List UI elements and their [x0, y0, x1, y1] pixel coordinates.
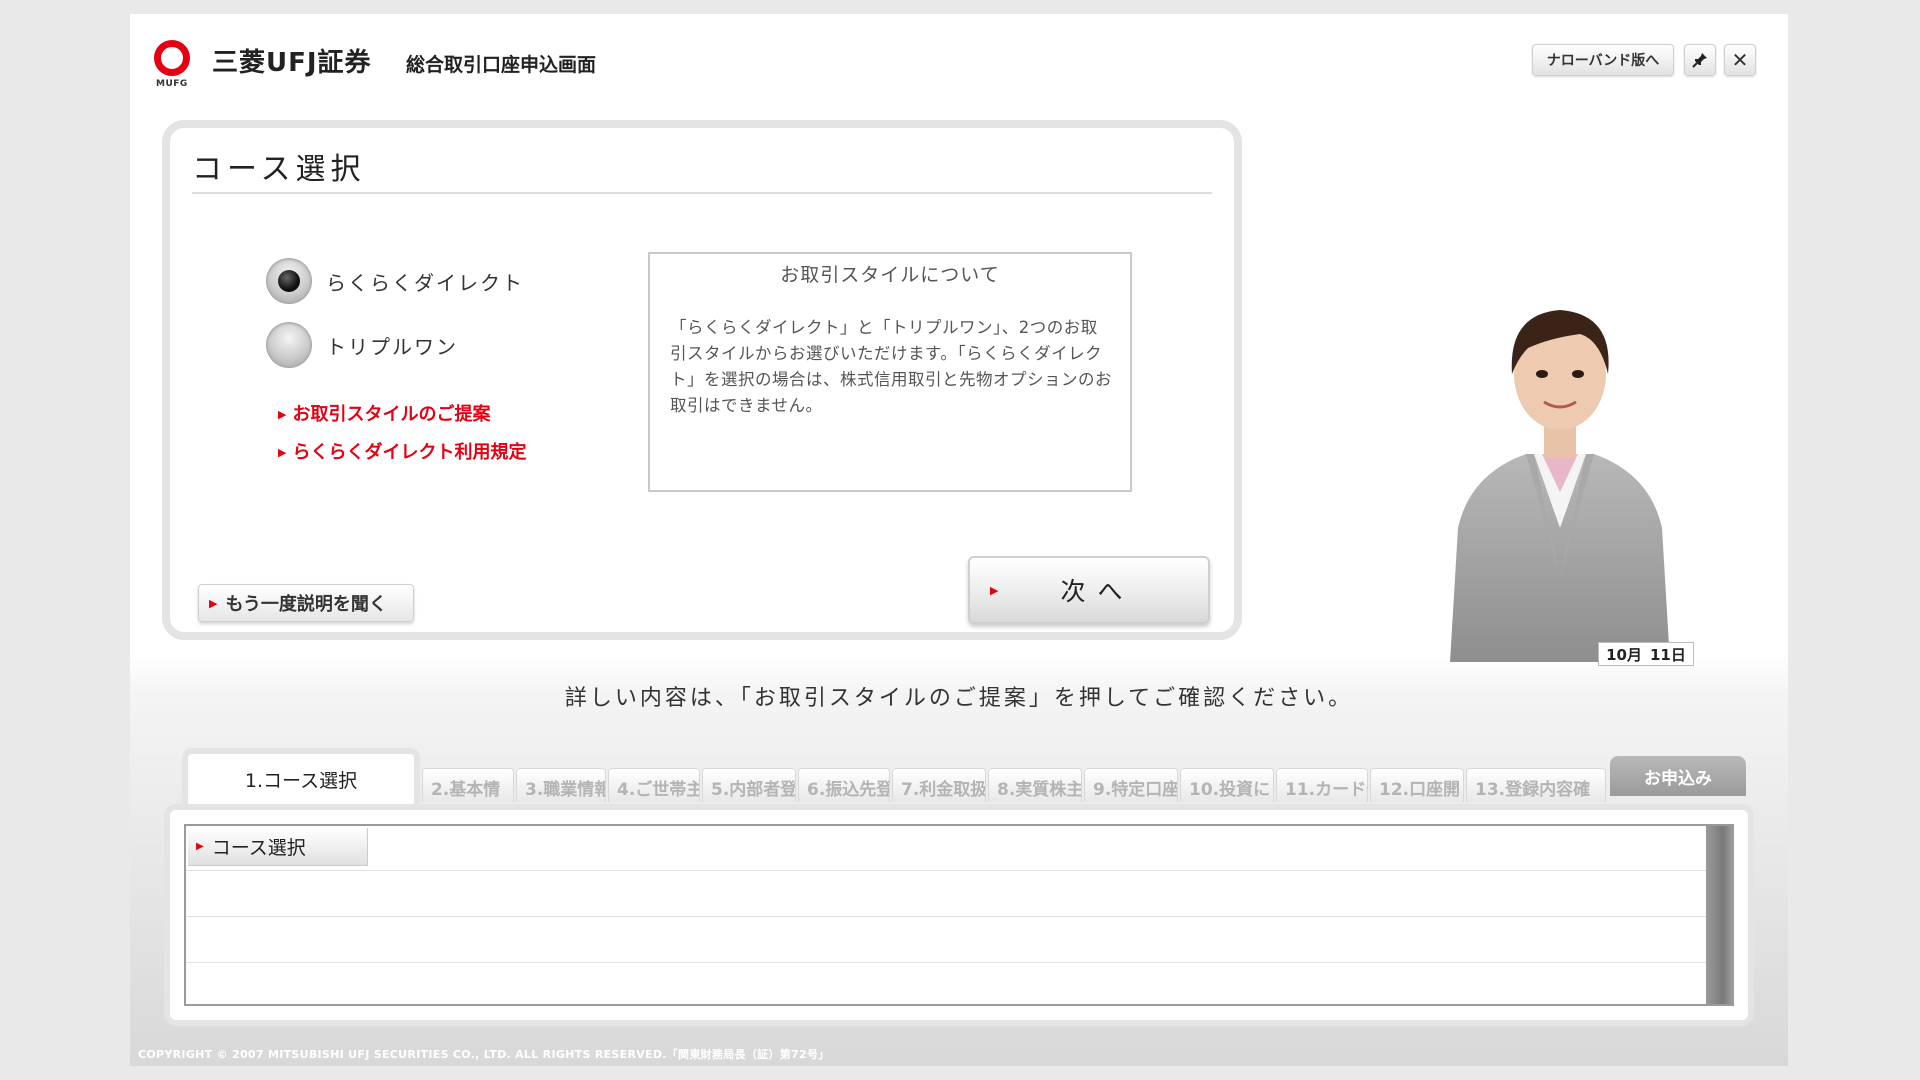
radio-option-rakuraku[interactable]: らくらくダイレクト [266, 258, 524, 304]
tab-step-13[interactable]: 13.登録内容確 [1466, 768, 1606, 802]
list-divider [186, 870, 1706, 871]
close-icon: ✕ [1731, 48, 1749, 72]
mufg-logo: MUFG [152, 38, 204, 90]
logo-text: MUFG [156, 79, 188, 89]
sub-tab-label: コース選択 [211, 837, 306, 859]
sub-tab-course-selection[interactable]: ▶ コース選択 [188, 828, 368, 866]
tab-step-4[interactable]: 4.ご世帯主 [608, 768, 700, 802]
list-divider [186, 916, 1706, 917]
radio-option-triple-one[interactable]: トリプルワン [266, 322, 458, 368]
arrow-right-icon: ▶ [209, 596, 218, 610]
tab-step-8[interactable]: 8.実質株主 [988, 768, 1082, 802]
replay-explanation-button[interactable]: ▶ もう一度説明を聞く [198, 584, 414, 622]
arrow-right-icon: ▶ [278, 446, 287, 459]
tab-step-10[interactable]: 10.投資に [1180, 768, 1274, 802]
arrow-right-icon: ▶ [990, 583, 1011, 597]
tab-step-9[interactable]: 9.特定口座 [1084, 768, 1178, 802]
tab-step-6[interactable]: 6.振込先登 [798, 768, 890, 802]
title-divider [192, 192, 1212, 194]
date-badge: 10月 11日 [1598, 642, 1694, 666]
link-label: らくらくダイレクト利用規定 [292, 442, 527, 463]
info-box: お取引スタイルについて 「らくらくダイレクト」と「トリプルワン」、2つのお取引ス… [648, 252, 1132, 492]
panel-title: コース選択 [192, 152, 366, 187]
close-button[interactable]: ✕ [1724, 44, 1756, 76]
screen-title: 総合取引口座申込画面 [406, 54, 597, 76]
step-content-panel: ▶ コース選択 [164, 804, 1754, 1026]
step-list: ▶ コース選択 [184, 824, 1734, 1006]
tab-step-1[interactable]: 1.コース選択 [182, 748, 420, 804]
info-body: 「らくらくダイレクト」と「トリプルワン」、2つのお取引スタイルからお選びいただけ… [670, 318, 1112, 415]
tab-apply[interactable]: お申込み [1610, 756, 1746, 796]
pin-button[interactable] [1684, 44, 1716, 76]
hint-text: 詳しい内容は、「お取引スタイルのご提案」を押してご確認ください。 [564, 686, 1354, 711]
radio-selected-icon[interactable] [266, 258, 312, 304]
link-label: お取引スタイルのご提案 [292, 404, 491, 425]
narrowband-button[interactable]: ナローバンド版へ [1532, 44, 1674, 76]
pin-icon [1692, 53, 1707, 68]
arrow-right-icon: ▶ [196, 841, 204, 852]
tab-step-11[interactable]: 11.カード発 [1276, 768, 1368, 802]
tab-step-2[interactable]: 2.基本情 [422, 768, 514, 802]
arrow-right-icon: ▶ [278, 408, 287, 421]
date-day: 11日 [1650, 645, 1686, 664]
list-divider [186, 962, 1706, 963]
button-label: もう一度説明を聞く [225, 594, 387, 615]
tab-step-5[interactable]: 5.内部者登 [702, 768, 796, 802]
app-window: MUFG 三菱UFJ証券 総合取引口座申込画面 ナローバンド版へ ✕ コース選択… [130, 14, 1788, 1066]
presenter-image [1450, 310, 1670, 662]
tab-step-12[interactable]: 12.口座開 [1370, 768, 1464, 802]
scrollbar[interactable] [1706, 826, 1734, 1004]
logo-ring-icon [154, 40, 190, 76]
next-button[interactable]: ▶ 次へ [968, 556, 1210, 624]
date-month: 10月 [1606, 645, 1642, 664]
info-title: お取引スタイルについて [780, 264, 1000, 286]
radio-unselected-icon[interactable] [266, 322, 312, 368]
button-label: 次へ [1060, 577, 1135, 606]
copyright-text: COPYRIGHT © 2007 MITSUBISHI UFJ SECURITI… [138, 1048, 830, 1061]
link-style-proposal[interactable]: ▶ お取引スタイルのご提案 [278, 400, 490, 426]
course-panel: コース選択 らくらくダイレクト トリプルワン ▶ お取引スタイルのご提案 ▶ らくら… [162, 120, 1242, 640]
link-rakuraku-terms[interactable]: ▶ らくらくダイレクト利用規定 [278, 438, 526, 464]
radio-label: らくらくダイレクト [326, 270, 524, 295]
tab-step-3[interactable]: 3.職業情報 [516, 768, 606, 802]
brand-name: 三菱UFJ証券 [212, 48, 372, 78]
radio-label: トリプルワン [326, 334, 458, 359]
tab-step-7[interactable]: 7.利金取扱 [892, 768, 986, 802]
